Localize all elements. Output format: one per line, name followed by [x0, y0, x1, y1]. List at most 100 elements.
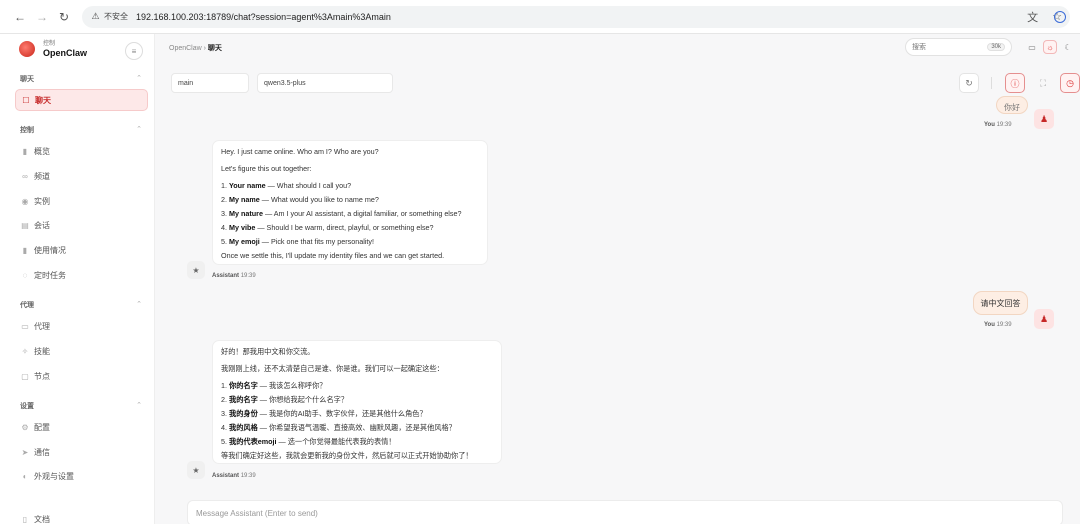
timestamp: 19:39	[996, 122, 1012, 128]
list-key: 我的名字	[229, 395, 258, 404]
sidebar-item-sessions[interactable]: ▤ 会话	[20, 217, 148, 233]
address-bar[interactable]: ⚠ 不安全 192.168.100.203:18789/chat?session…	[82, 5, 1070, 28]
sidebar-item-label: 聊天	[35, 95, 51, 105]
group-chat-header[interactable]: 聊天 ⌃	[20, 74, 142, 84]
translate-icon[interactable]: 文	[1027, 9, 1038, 25]
menu-icon[interactable]: ≡	[125, 42, 143, 60]
sidebar-item-label: 会话	[34, 220, 50, 230]
reload-icon[interactable]: ↻	[54, 7, 74, 27]
sidebar-item-overview[interactable]: ▮ 概览	[20, 143, 148, 159]
sender-name: Assistant	[212, 273, 240, 279]
sidebar-item-label: 文档	[34, 514, 50, 524]
sidebar-item-channels[interactable]: ∞ 频道	[20, 168, 148, 184]
chevron-up-icon: ⌃	[136, 75, 142, 82]
list-number: 3.	[221, 209, 227, 218]
list-key: My emoji	[229, 237, 260, 246]
sidebar-item-label: 频道	[34, 171, 50, 181]
sender-name: Assistant	[212, 473, 240, 479]
list-item: 2. 我的名字 — 你想给我起个什么名字？	[221, 393, 493, 407]
profile-icon[interactable]	[1054, 11, 1066, 23]
monitor-icon[interactable]: ▭	[1025, 40, 1039, 54]
list-text: — What should I call you?	[265, 181, 352, 190]
brand: 控制 OpenClaw	[19, 40, 87, 58]
refresh-icon: ↻	[965, 77, 973, 88]
sparkle-icon: ✧	[21, 346, 29, 356]
thinking-toggle-button[interactable]: ⓘ	[1005, 73, 1025, 93]
browser-toolbar: ← → ↻ ⚠ 不安全 192.168.100.203:18789/chat?s…	[0, 0, 1080, 34]
sidebar-item-chat[interactable]: ☐ 聊天	[15, 89, 148, 111]
group-agent-header[interactable]: 代理 ⌃	[20, 300, 142, 310]
search-input[interactable]: 搜索 30k	[905, 38, 1012, 56]
sidebar-item-label: 外观与设置	[34, 471, 74, 481]
assistant-avatar: ★	[187, 461, 205, 479]
sidebar-item-label: 通信	[34, 447, 50, 457]
group-settings-header[interactable]: 设置 ⌃	[20, 401, 142, 411]
sidebar-item-label: 技能	[34, 346, 50, 356]
list-key: My name	[229, 195, 260, 204]
list-number: 4.	[221, 423, 227, 432]
message-text: 好的！那我用中文和你交流。	[221, 347, 315, 356]
list-number: 2.	[221, 195, 227, 204]
breadcrumb-current: 聊天	[207, 45, 222, 52]
back-icon[interactable]: ←	[10, 7, 30, 27]
session-value: main	[178, 79, 194, 87]
sender-name: You	[984, 322, 995, 328]
message-text: 请中文回答	[980, 298, 1021, 308]
folder-icon: ▭	[21, 321, 29, 331]
list-key: 你的名字	[229, 381, 258, 390]
group-control-header[interactable]: 控制 ⌃	[20, 125, 142, 135]
assistant-message-bubble: 好的！那我用中文和你交流。 我刚刚上线，还不太清楚自己是谁、你是谁。我们可以一起…	[212, 340, 502, 464]
brand-subtitle: 控制	[43, 41, 56, 47]
model-value: qwen3.5-plus	[264, 79, 306, 87]
sidebar-item-skills[interactable]: ✧ 技能	[20, 343, 148, 359]
timestamp: 19:39	[996, 322, 1012, 328]
breadcrumb: OpenClaw › 聊天	[169, 43, 222, 53]
model-select[interactable]: qwen3.5-plus	[257, 73, 393, 93]
sun-icon[interactable]: ☼	[1043, 40, 1057, 54]
breadcrumb-root[interactable]: OpenClaw	[169, 45, 202, 52]
sidebar-item-docs[interactable]: ▯ 文档	[20, 511, 148, 524]
session-select[interactable]: main	[171, 73, 249, 93]
list-text: — 选一个你觉得最能代表我的表情！	[276, 437, 396, 446]
bar-chart-icon: ▮	[22, 146, 28, 156]
link-icon: ∞	[22, 171, 28, 181]
sidebar-item-config[interactable]: ⚙ 配置	[20, 419, 148, 435]
list-text: — 我是你的AI助手、数字伙伴，还是其他什么角色？	[257, 409, 427, 418]
sidebar-item-nodes[interactable]: ▢ 节点	[20, 368, 148, 384]
openclaw-logo-icon	[19, 41, 35, 57]
message-text: Let's figure this out together:	[221, 164, 312, 173]
sidebar-item-comms[interactable]: ➤ 通信	[20, 444, 148, 460]
warning-icon: ⚠	[91, 11, 100, 21]
history-button[interactable]: ◷	[1060, 73, 1080, 93]
message-input[interactable]: Message Assistant (Enter to send)	[187, 500, 1063, 524]
forward-icon[interactable]: →	[32, 7, 52, 27]
chevron-up-icon: ⌃	[136, 402, 142, 409]
list-number: 2.	[221, 395, 227, 404]
chevron-up-icon: ⌃	[136, 126, 142, 133]
sidebar-item-agents[interactable]: ▭ 代理	[20, 318, 148, 334]
timestamp: 19:39	[240, 273, 256, 279]
list-number: 5.	[221, 437, 227, 446]
message-text: 你好	[1004, 103, 1020, 112]
refresh-button[interactable]: ↻	[959, 73, 979, 93]
sidebar-item-label: 使用情况	[34, 245, 66, 255]
list-number: 1.	[221, 381, 227, 390]
list-key: Your name	[229, 181, 266, 190]
sidebar-item-instances[interactable]: ◉ 实例	[20, 193, 148, 209]
list-number: 5.	[221, 237, 227, 246]
list-number: 3.	[221, 409, 227, 418]
sidebar: 控制 OpenClaw ≡ 聊天 ⌃ ☐ 聊天 控制 ⌃ ▮ 概览 ∞ 频道 ◉ 实例 ▤ 会…	[0, 34, 155, 524]
list-text: — 你希望我语气温暖、直接高效、幽默风趣，还是其他风格？	[257, 423, 456, 432]
moon-icon[interactable]: ☾	[1061, 40, 1075, 54]
message-input-placeholder: Message Assistant (Enter to send)	[196, 509, 318, 518]
focus-button[interactable]: ⛶	[1033, 73, 1053, 93]
sidebar-item-usage[interactable]: ▮ 使用情况	[20, 242, 148, 258]
sidebar-item-cron[interactable]: ◌ 定时任务	[20, 267, 148, 283]
search-placeholder: 搜索	[912, 44, 926, 51]
gear-icon: ⚙	[21, 422, 29, 432]
sidebar-item-appearance[interactable]: ◐ 外观与设置	[20, 468, 148, 484]
sidebar-item-label: 定时任务	[34, 270, 66, 280]
palette-icon: ◐	[22, 471, 28, 481]
sidebar-item-label: 实例	[34, 196, 50, 206]
list-item: 4. 我的风格 — 你希望我语气温暖、直接高效、幽默风趣，还是其他风格？	[221, 421, 493, 435]
